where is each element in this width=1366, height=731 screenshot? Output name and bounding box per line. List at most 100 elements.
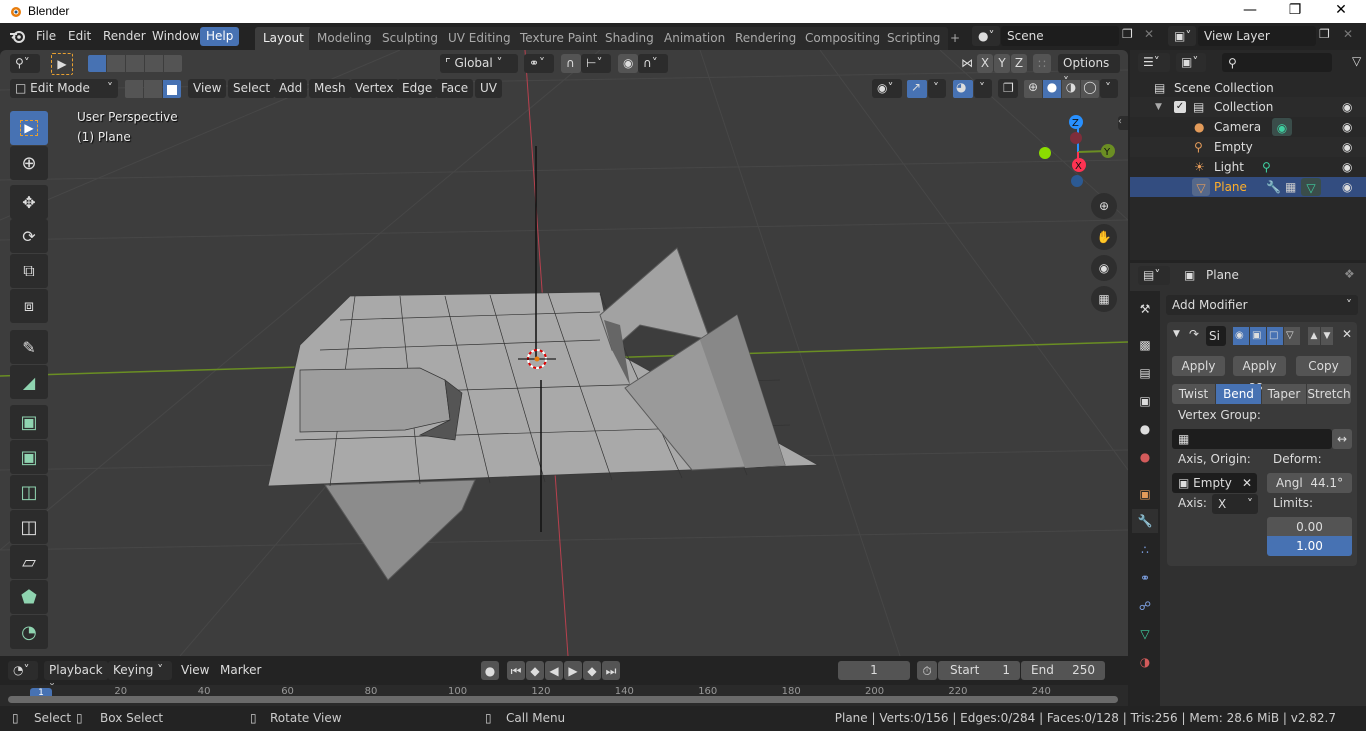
camera-data-icon[interactable]: ◉ [1272,118,1292,136]
limit-max-field[interactable]: 1.00 [1267,536,1352,556]
visibility-eye-icon[interactable]: ◉ [1342,157,1352,177]
pan-view-button[interactable]: ✋ [1091,224,1117,250]
new-view-layer-icon[interactable]: ❐ [1319,27,1330,41]
tool-rotate[interactable]: ⟳ [10,219,48,253]
scene-name-field[interactable]: Scene [1001,26,1119,46]
add-modifier-dropdown[interactable]: Add Modifier ˅ [1166,295,1358,315]
options-dropdown[interactable]: Options ˅ [1058,54,1120,89]
visibility-eye-icon[interactable]: ◉ [1342,97,1352,117]
tab-material[interactable]: ◑ [1134,650,1156,674]
origin-object-field[interactable]: ▣ Empty ✕ [1172,473,1257,493]
rendered-shading-button[interactable]: ◯ [1081,80,1099,98]
tab-modifiers[interactable]: 🔧 [1132,509,1158,533]
outliner-search-input[interactable]: ⚲ [1222,53,1332,72]
ortho-toggle-button[interactable]: ▦ [1091,286,1117,312]
tool-poly-build[interactable]: ⬟ [10,580,48,614]
tab-output[interactable]: ▤ [1134,361,1156,385]
modifier-wrench-icon[interactable]: 🔧 [1266,177,1281,197]
mode-twist[interactable]: Twist [1172,384,1215,404]
tab-texture-paint[interactable]: Texture Paint [512,27,606,50]
tool-inset-faces[interactable]: ▣ [10,440,48,474]
preview-range-toggle[interactable]: ⏱ [917,661,937,680]
pin-icon[interactable]: ❖ [1344,267,1355,281]
tweak-tool-icon[interactable]: ▶ [51,53,73,75]
tab-sculpting[interactable]: Sculpting [374,27,447,50]
outliner-item-light[interactable]: ☀ Light ⚲ ◉ [1130,157,1366,177]
tab-view-layer[interactable]: ▣ [1134,389,1156,413]
select-mode-intersect-icon[interactable] [164,55,182,72]
properties-editor-type[interactable]: ▤˅ [1138,266,1170,285]
apply-as-button[interactable]: Apply as.. [1233,356,1286,393]
visibility-eye-icon[interactable]: ◉ [1342,117,1352,137]
timeline-menu-view[interactable]: View [176,661,214,680]
outliner-scene-collection[interactable]: ▤ Scene Collection [1130,78,1366,98]
new-scene-icon[interactable]: ❐ [1122,27,1138,43]
menu-file[interactable]: File [30,27,62,46]
tab-object[interactable]: ▣ [1134,482,1156,506]
menu-add[interactable]: Add [274,79,308,98]
tab-world[interactable]: ● [1134,445,1156,469]
mode-dropdown[interactable]: □ Edit Mode ˅ [10,79,118,98]
mirror-z-toggle[interactable]: Z [1011,54,1027,73]
copy-button[interactable]: Copy [1296,356,1351,376]
mode-bend[interactable]: Bend [1216,384,1261,404]
proportional-edit-toggle[interactable]: ◉ [618,54,638,73]
play-button[interactable]: ▶ [564,661,582,680]
outliner-item-empty[interactable]: ⚲ Empty ◉ [1130,137,1366,157]
menu-window[interactable]: Window [146,27,205,46]
shading-dropdown[interactable]: ˅ [1100,79,1118,98]
remove-modifier-icon[interactable]: ✕ [1342,327,1352,341]
axis-dropdown[interactable]: X ˅ [1212,494,1258,514]
outliner-item-camera[interactable]: ● Camera ◉ ◉ [1130,117,1366,137]
timeline-scrollbar[interactable] [8,696,1118,703]
proportional-falloff-dropdown[interactable]: ∩˅ [638,54,668,73]
tab-scene[interactable]: ● [1134,417,1156,441]
delete-view-layer-icon[interactable]: ✕ [1343,27,1353,41]
tab-physics[interactable]: ⚭ [1134,566,1156,590]
face-select-mode-icon[interactable] [163,80,181,98]
tool-select-box[interactable]: ▶ [10,111,48,145]
tab-uv-editing[interactable]: UV Editing [440,27,519,50]
menu-edge[interactable]: Edge [397,79,438,98]
menu-edit[interactable]: Edit [62,27,97,46]
visibility-eye-icon[interactable]: ◉ [1342,177,1352,197]
edge-select-mode-icon[interactable] [144,80,162,98]
tab-shading[interactable]: Shading [597,27,662,50]
jump-start-button[interactable]: ⏮ [507,661,525,680]
solid-shading-button[interactable]: ● [1043,80,1061,98]
tool-annotate[interactable]: ✎ [10,330,48,364]
collapse-arrow-icon[interactable]: ▼ [1173,329,1180,339]
tab-scripting[interactable]: Scripting [879,27,949,50]
minimize-button[interactable]: — [1230,2,1270,20]
record-button[interactable]: ● [481,661,499,680]
keying-dropdown[interactable]: Keying ˅ [108,661,172,680]
tool-transform[interactable]: ⧈ [10,289,48,323]
wireframe-shading-button[interactable]: ⊕ [1024,80,1042,98]
tool-move[interactable]: ✥ [10,185,48,219]
overlay-toggle[interactable]: ◕ [953,80,973,98]
select-mode-extend-icon[interactable] [107,55,125,72]
menu-face[interactable]: Face [436,79,474,98]
view-layer-name-field[interactable]: View Layer [1198,26,1316,46]
jump-end-button[interactable]: ⏭ [602,661,620,680]
select-mode-subtract-icon[interactable] [126,55,144,72]
mirror-y-toggle[interactable]: Y [994,54,1010,73]
material-shading-button[interactable]: ◑ [1062,80,1080,98]
transform-orientation-dropdown[interactable]: ⌜ Global ˅ [440,54,518,73]
close-button[interactable]: ✕ [1321,2,1361,20]
move-down-button[interactable]: ▼ [1321,327,1333,345]
start-frame-field[interactable]: Start 1 [938,661,1020,680]
3d-viewport[interactable]: Z Y X ⚲˅ ▶ ⌜ Global ˅ ⚭˅ ∩ ⊢˅ ◉ ∩˅ ⋈ X Y… [0,50,1128,656]
tab-render[interactable]: ▩ [1134,333,1156,357]
clear-origin-icon[interactable]: ✕ [1242,473,1252,493]
angle-field[interactable]: Angl 44.1° [1267,473,1352,493]
playback-dropdown[interactable]: Playback ˅ [44,661,108,696]
vertex-group-field[interactable]: ▦ [1172,429,1332,449]
editor-type-selector[interactable]: ⚲˅ [10,54,40,73]
outliner-item-plane[interactable]: ▽ Plane 🔧 ▦ ▽ ◉ [1130,177,1366,197]
viewport-toggle[interactable]: ▣ [1250,327,1266,345]
tool-scale[interactable]: ⧉ [10,254,48,288]
vertex-select-mode-icon[interactable] [125,80,143,98]
view-layer-selector[interactable]: ▣˅ [1168,26,1196,46]
tab-animation[interactable]: Animation [656,27,734,50]
